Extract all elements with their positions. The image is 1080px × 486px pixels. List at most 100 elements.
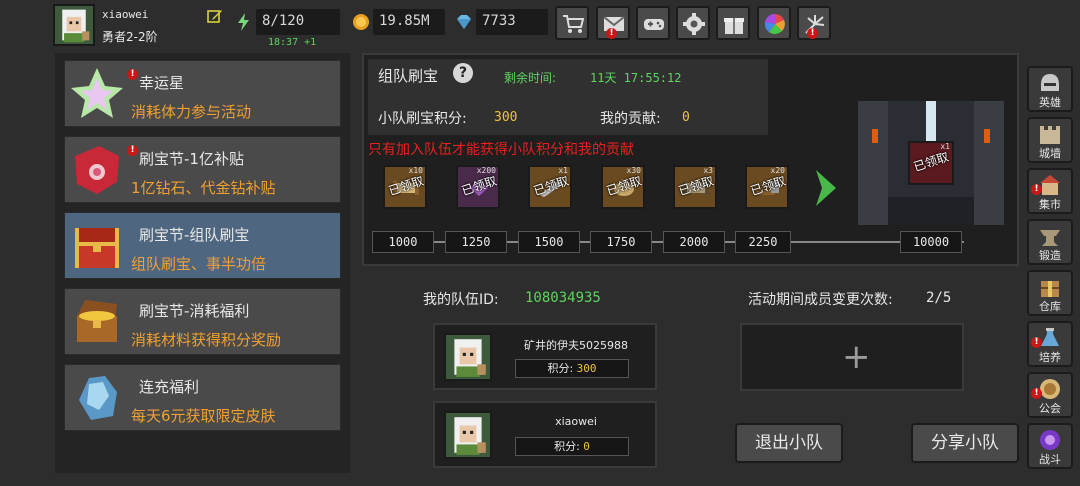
activity-lucky-star[interactable]: ! 幸运星 消耗体力参与活动: [64, 60, 341, 127]
contribution-label: 我的贡献:: [600, 111, 661, 127]
activity-title: 幸运星: [139, 74, 185, 92]
elf-avatar-icon: [446, 335, 490, 379]
activity-subsidy[interactable]: ! 刷宝节-1亿补贴 1亿钻石、代金钻补贴: [64, 136, 341, 203]
member-score-value: 0: [583, 440, 590, 453]
activity-title: 刷宝节-消耗福利: [139, 302, 250, 320]
gamepad-button[interactable]: [636, 6, 670, 40]
activity-title: 刷宝节-组队刷宝: [139, 226, 250, 244]
notification-badge: !: [1031, 184, 1042, 195]
milestone: 1000: [372, 231, 434, 253]
member-name: xiaowei: [555, 415, 597, 428]
sidebar-item-market[interactable]: ! 集市: [1027, 168, 1073, 214]
color-wheel-button[interactable]: [757, 6, 791, 40]
edit-icon[interactable]: [207, 8, 223, 24]
milestone: 1250: [445, 231, 507, 253]
milestone: 1750: [590, 231, 652, 253]
member-score-label: 积分:: [554, 440, 580, 453]
sidebar-item-label: 城墙: [1039, 147, 1061, 160]
elf-avatar-icon: [446, 413, 490, 457]
notification-badge: !: [127, 145, 138, 156]
sidebar-item-train[interactable]: ! 培养: [1027, 321, 1073, 367]
activity-consume-bonus[interactable]: 刷宝节-消耗福利 消耗材料获得积分奖励: [64, 288, 341, 355]
team-member-card[interactable]: xiaowei 积分: 0: [433, 401, 657, 468]
panel-title: 组队刷宝: [378, 67, 439, 85]
activity-desc: 组队刷宝、事半功倍: [131, 255, 267, 273]
sidebar-item-forge[interactable]: 锻造: [1027, 219, 1073, 265]
join-team-warning: 只有加入队伍才能获得小队积分和我的贡献: [368, 142, 634, 158]
remaining-time-value: 11天 17:55:12: [590, 71, 682, 85]
final-milestone: 10000: [900, 231, 962, 253]
share-team-button[interactable]: 分享小队: [911, 423, 1019, 463]
help-icon[interactable]: ?: [453, 63, 473, 83]
member-score-label: 积分:: [547, 362, 574, 375]
reward-slot[interactable]: x20 已领取: [745, 165, 789, 209]
player-avatar[interactable]: [53, 4, 95, 46]
sidebar-item-label: 战斗: [1039, 453, 1061, 466]
sidebar-item-label: 公会: [1039, 402, 1061, 415]
add-member-slot[interactable]: +: [740, 323, 964, 391]
notification-badge: !: [1031, 337, 1042, 348]
activity-team-treasure[interactable]: 刷宝节-组队刷宝 组队刷宝、事半功倍: [64, 212, 341, 279]
settings-button[interactable]: [676, 6, 710, 40]
final-reward-slot[interactable]: x1 已领取: [908, 141, 954, 185]
reward-slot[interactable]: x10 已领取: [383, 165, 427, 209]
next-arrow-icon[interactable]: [814, 168, 838, 208]
gift-icon: [724, 18, 744, 34]
member-score: 积分: 0: [515, 437, 629, 456]
member-changes-label: 活动期间成员变更次数:: [748, 292, 893, 308]
ice-crystal-icon: [79, 376, 117, 420]
team-treasure-panel: 组队刷宝 ? 剩余时间: 11天 17:55:12 小队刷宝积分: 300 我的…: [362, 53, 1019, 266]
gear-icon: [683, 13, 705, 35]
milestone: 1500: [518, 231, 580, 253]
final-reward-scene: x1 已领取: [858, 101, 1004, 225]
elf-avatar-icon: [55, 6, 93, 44]
member-name: 矿井的伊夫5025988: [524, 339, 628, 352]
mail-button[interactable]: !: [596, 6, 630, 40]
sidebar-item-wall[interactable]: 城墙: [1027, 117, 1073, 163]
red-flower-icon: [75, 146, 119, 194]
sidebar-item-label: 集市: [1039, 198, 1061, 211]
sidebar-item-battle[interactable]: 战斗: [1027, 423, 1073, 469]
reward-slot[interactable]: x1 已领取: [528, 165, 572, 209]
member-avatar: [444, 411, 492, 459]
remaining-time-label: 剩余时间:: [504, 71, 557, 85]
member-avatar: [444, 333, 492, 381]
activity-desc: 1亿钻石、代金钻补贴: [131, 179, 276, 197]
activity-title: 刷宝节-1亿补贴: [139, 150, 244, 168]
username: xiaowei: [102, 8, 149, 21]
member-changes-value: 2/5: [926, 290, 952, 306]
sidebar-item-hero[interactable]: 英雄: [1027, 66, 1073, 112]
team-score-label: 小队刷宝积分:: [378, 111, 467, 127]
shop-cart-icon: [563, 15, 585, 33]
market-icon: [1040, 175, 1060, 195]
reward-slot[interactable]: x30 已领取: [601, 165, 645, 209]
gift-button[interactable]: [716, 6, 750, 40]
add-member-icon: +: [842, 337, 871, 377]
sidebar-item-guild[interactable]: ! 公会: [1027, 372, 1073, 418]
lightning-icon: [238, 13, 249, 31]
activity-desc: 消耗体力参与活动: [131, 103, 252, 121]
reward-slot[interactable]: x200 已领取: [456, 165, 500, 209]
gem-counter: 7733: [457, 9, 548, 35]
color-wheel-icon: [764, 13, 785, 34]
diamond-icon: [457, 15, 471, 29]
firework-button[interactable]: !: [797, 6, 831, 40]
activity-desc: 每天6元获取限定皮肤: [131, 407, 276, 425]
sidebar-item-label: 英雄: [1039, 96, 1061, 109]
notification-badge: !: [807, 28, 818, 39]
reward-slot[interactable]: x3 已领取: [673, 165, 717, 209]
member-score: 积分: 300: [515, 359, 629, 378]
energy-counter: 8/120: [238, 9, 340, 35]
gold-value: 19.85M: [379, 13, 430, 29]
gold-chest-icon: [77, 300, 117, 342]
team-info-box: 组队刷宝 ? 剩余时间: 11天 17:55:12 小队刷宝积分: 300 我的…: [368, 59, 768, 135]
team-member-card[interactable]: 矿井的伊夫5025988 积分: 300: [433, 323, 657, 390]
activity-title: 连充福利: [139, 378, 200, 396]
leave-team-button[interactable]: 退出小队: [735, 423, 843, 463]
sidebar-item-label: 仓库: [1039, 300, 1061, 313]
shop-cart-button[interactable]: [555, 6, 589, 40]
activity-recharge[interactable]: 连充福利 每天6元获取限定皮肤: [64, 364, 341, 431]
warehouse-icon: [1041, 281, 1059, 297]
team-id-label: 我的队伍ID:: [423, 292, 499, 308]
sidebar-item-warehouse[interactable]: 仓库: [1027, 270, 1073, 316]
